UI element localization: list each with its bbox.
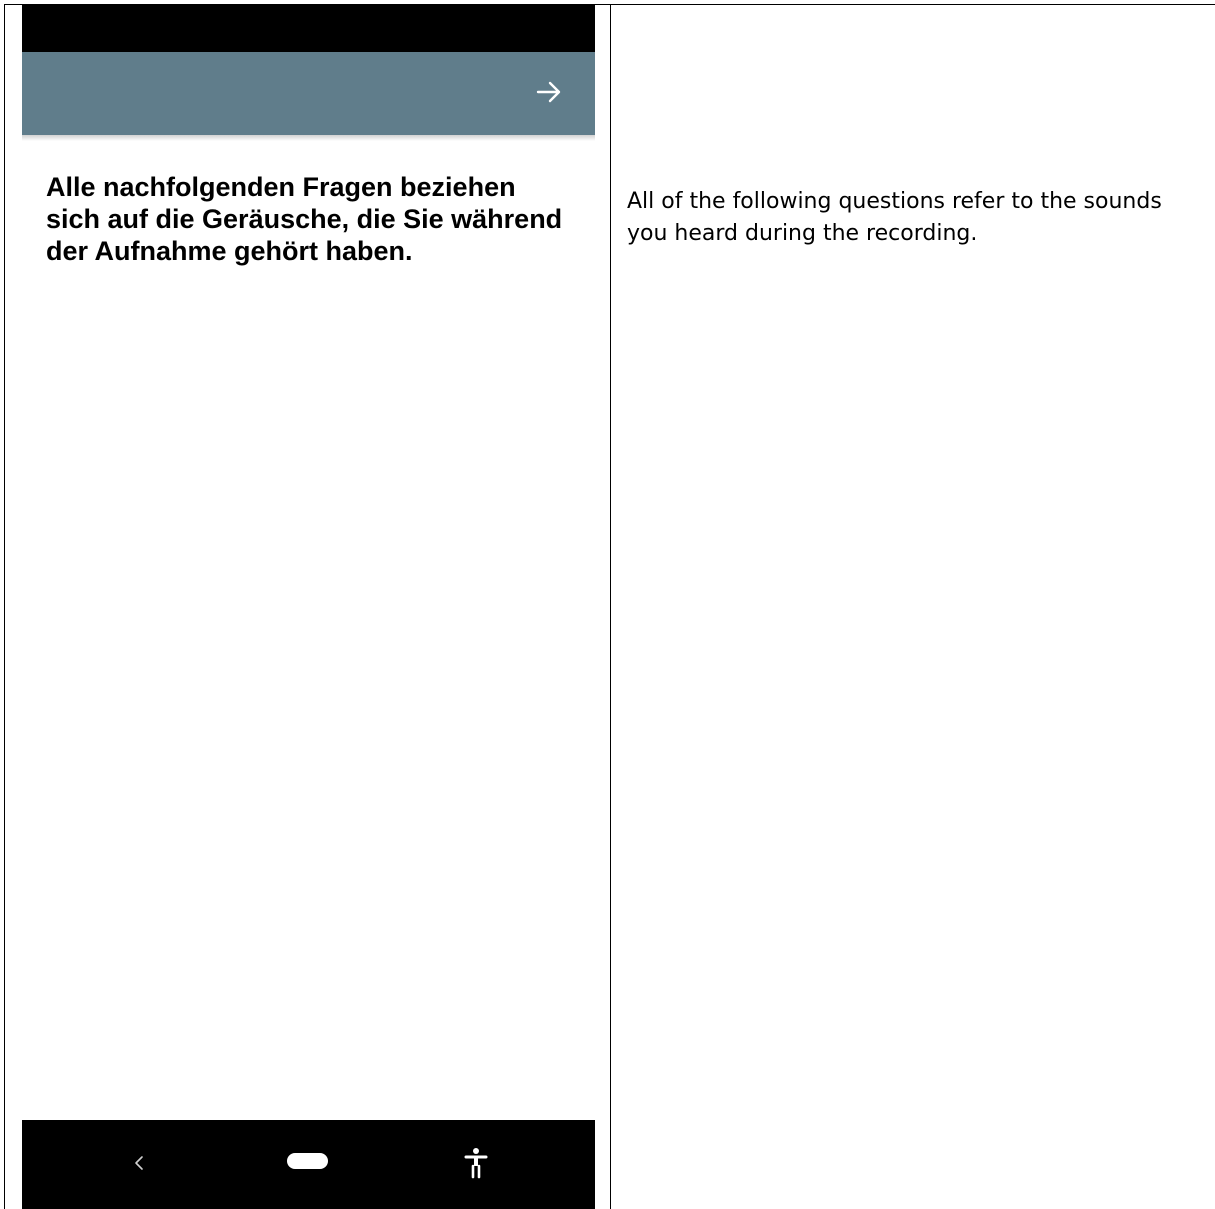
nav-home-button[interactable] bbox=[287, 1153, 328, 1169]
nav-back-button[interactable] bbox=[129, 1150, 149, 1176]
accessibility-icon bbox=[464, 1148, 488, 1179]
translation-cell: All of the following questions refer to … bbox=[611, 5, 1215, 1209]
question-text: Alle nachfolgenden Fragen beziehen sich … bbox=[46, 172, 563, 266]
status-bar bbox=[22, 5, 595, 52]
phone-screenshot: Alle nachfolgenden Fragen beziehen sich … bbox=[22, 5, 595, 1209]
table-left-border bbox=[4, 4, 5, 1209]
chevron-left-icon bbox=[135, 1156, 143, 1170]
translation-text: All of the following questions refer to … bbox=[627, 189, 1162, 246]
navigation-bar bbox=[22, 1120, 595, 1209]
arrow-right-icon bbox=[536, 81, 561, 103]
nav-accessibility-button[interactable] bbox=[463, 1146, 489, 1180]
next-button[interactable] bbox=[531, 74, 567, 110]
app-bar bbox=[22, 52, 595, 141]
